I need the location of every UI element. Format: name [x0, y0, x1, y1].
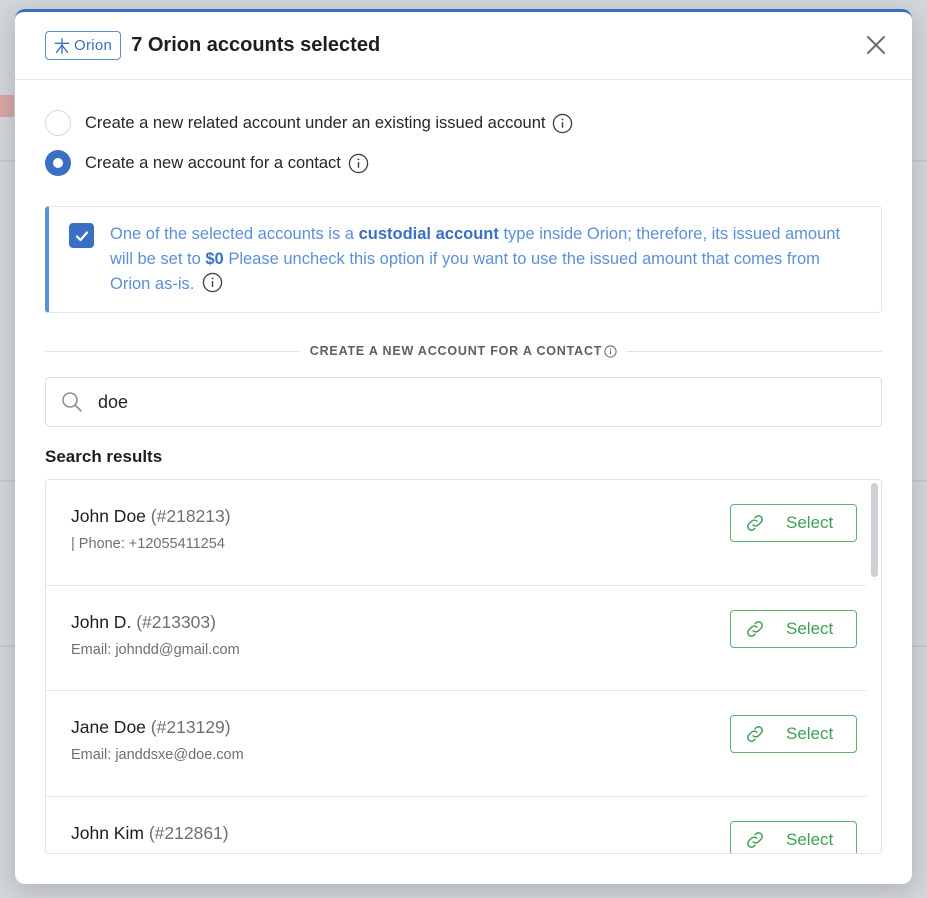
info-icon[interactable]: [202, 272, 223, 293]
result-name-text: John D.: [71, 611, 132, 632]
select-button[interactable]: Select: [730, 820, 857, 853]
info-icon[interactable]: [604, 344, 617, 358]
link-icon: [747, 831, 763, 848]
results-title: Search results: [45, 447, 163, 466]
brand-label: Orion: [74, 37, 113, 54]
option-contact-account[interactable]: Create a new account for a contact: [45, 143, 882, 183]
link-icon: [747, 620, 763, 637]
link-icon: [747, 726, 763, 742]
option-label: Create a new account for a contact: [85, 153, 341, 172]
result-id: (#212861): [148, 822, 229, 843]
select-button-label: Select: [786, 724, 834, 743]
orion-accounts-modal: Orion 7 Orion accounts selected Create a…: [15, 9, 912, 884]
result-item: Jane Doe (#213129) Email: janddsxe@doe.c…: [46, 691, 866, 797]
orion-star-icon: [54, 37, 70, 54]
option-related-account[interactable]: Create a new related account under an ex…: [45, 103, 882, 143]
notice-text-part: One of the selected accounts is a: [110, 225, 359, 243]
radio-related-account[interactable]: [45, 110, 71, 136]
result-name-text: John Doe: [71, 506, 146, 526]
result-item: John Kim (#212861) Select: [46, 797, 866, 853]
result-item: John D. (#213303) Email: johndd@gmail.co…: [46, 586, 866, 691]
section-label: CREATE A NEW ACCOUNT FOR A CONTACT: [300, 344, 627, 358]
search-results-list[interactable]: John Doe (#218213) | Phone: +12055411254…: [45, 479, 882, 854]
notice-bold-amount: $0: [205, 250, 224, 268]
result-item: John Doe (#218213) | Phone: +12055411254…: [46, 480, 866, 586]
section-divider: CREATE A NEW ACCOUNT FOR A CONTACT: [45, 341, 883, 361]
select-button[interactable]: Select: [730, 504, 857, 542]
contact-search[interactable]: [45, 377, 882, 427]
results-scrollbar[interactable]: [871, 483, 878, 577]
info-icon[interactable]: [348, 153, 369, 174]
modal-header: Orion 7 Orion accounts selected: [15, 12, 912, 80]
custodial-checkbox[interactable]: [69, 223, 94, 248]
select-button[interactable]: Select: [730, 715, 857, 753]
close-icon[interactable]: [864, 33, 888, 57]
link-icon: [747, 515, 763, 531]
notice-bold-custodial: custodial account: [358, 225, 499, 243]
orion-brand-badge: Orion: [45, 31, 122, 60]
custodial-notice: One of the selected accounts is a custod…: [45, 206, 882, 313]
option-label: Create a new related account under an ex…: [85, 113, 546, 132]
search-input[interactable]: [98, 391, 798, 413]
info-icon[interactable]: [552, 113, 573, 134]
result-name-text: Jane Doe: [71, 717, 146, 737]
modal-body: Create a new related account under an ex…: [15, 103, 912, 854]
select-button-label: Select: [786, 513, 834, 532]
notice-text: One of the selected accounts is a custod…: [110, 222, 861, 312]
result-id: (#213303): [136, 611, 216, 632]
select-button-label: Select: [786, 618, 834, 638]
search-icon: [62, 392, 82, 412]
backdrop-accent: [0, 95, 14, 117]
account-option-group: Create a new related account under an ex…: [45, 103, 882, 183]
section-label-text: CREATE A NEW ACCOUNT FOR A CONTACT: [309, 344, 603, 358]
select-button-label: Select: [786, 829, 834, 849]
result-id: (#218213): [150, 506, 231, 526]
result-id: (#213129): [150, 717, 231, 737]
modal-title: 7 Orion accounts selected: [131, 34, 381, 56]
divider-line: [627, 350, 883, 352]
checkmark-icon: [75, 230, 88, 241]
result-name-text: John Kim: [71, 822, 144, 843]
divider-line: [45, 350, 300, 352]
radio-contact-account[interactable]: [45, 150, 71, 176]
select-button[interactable]: Select: [730, 609, 857, 648]
